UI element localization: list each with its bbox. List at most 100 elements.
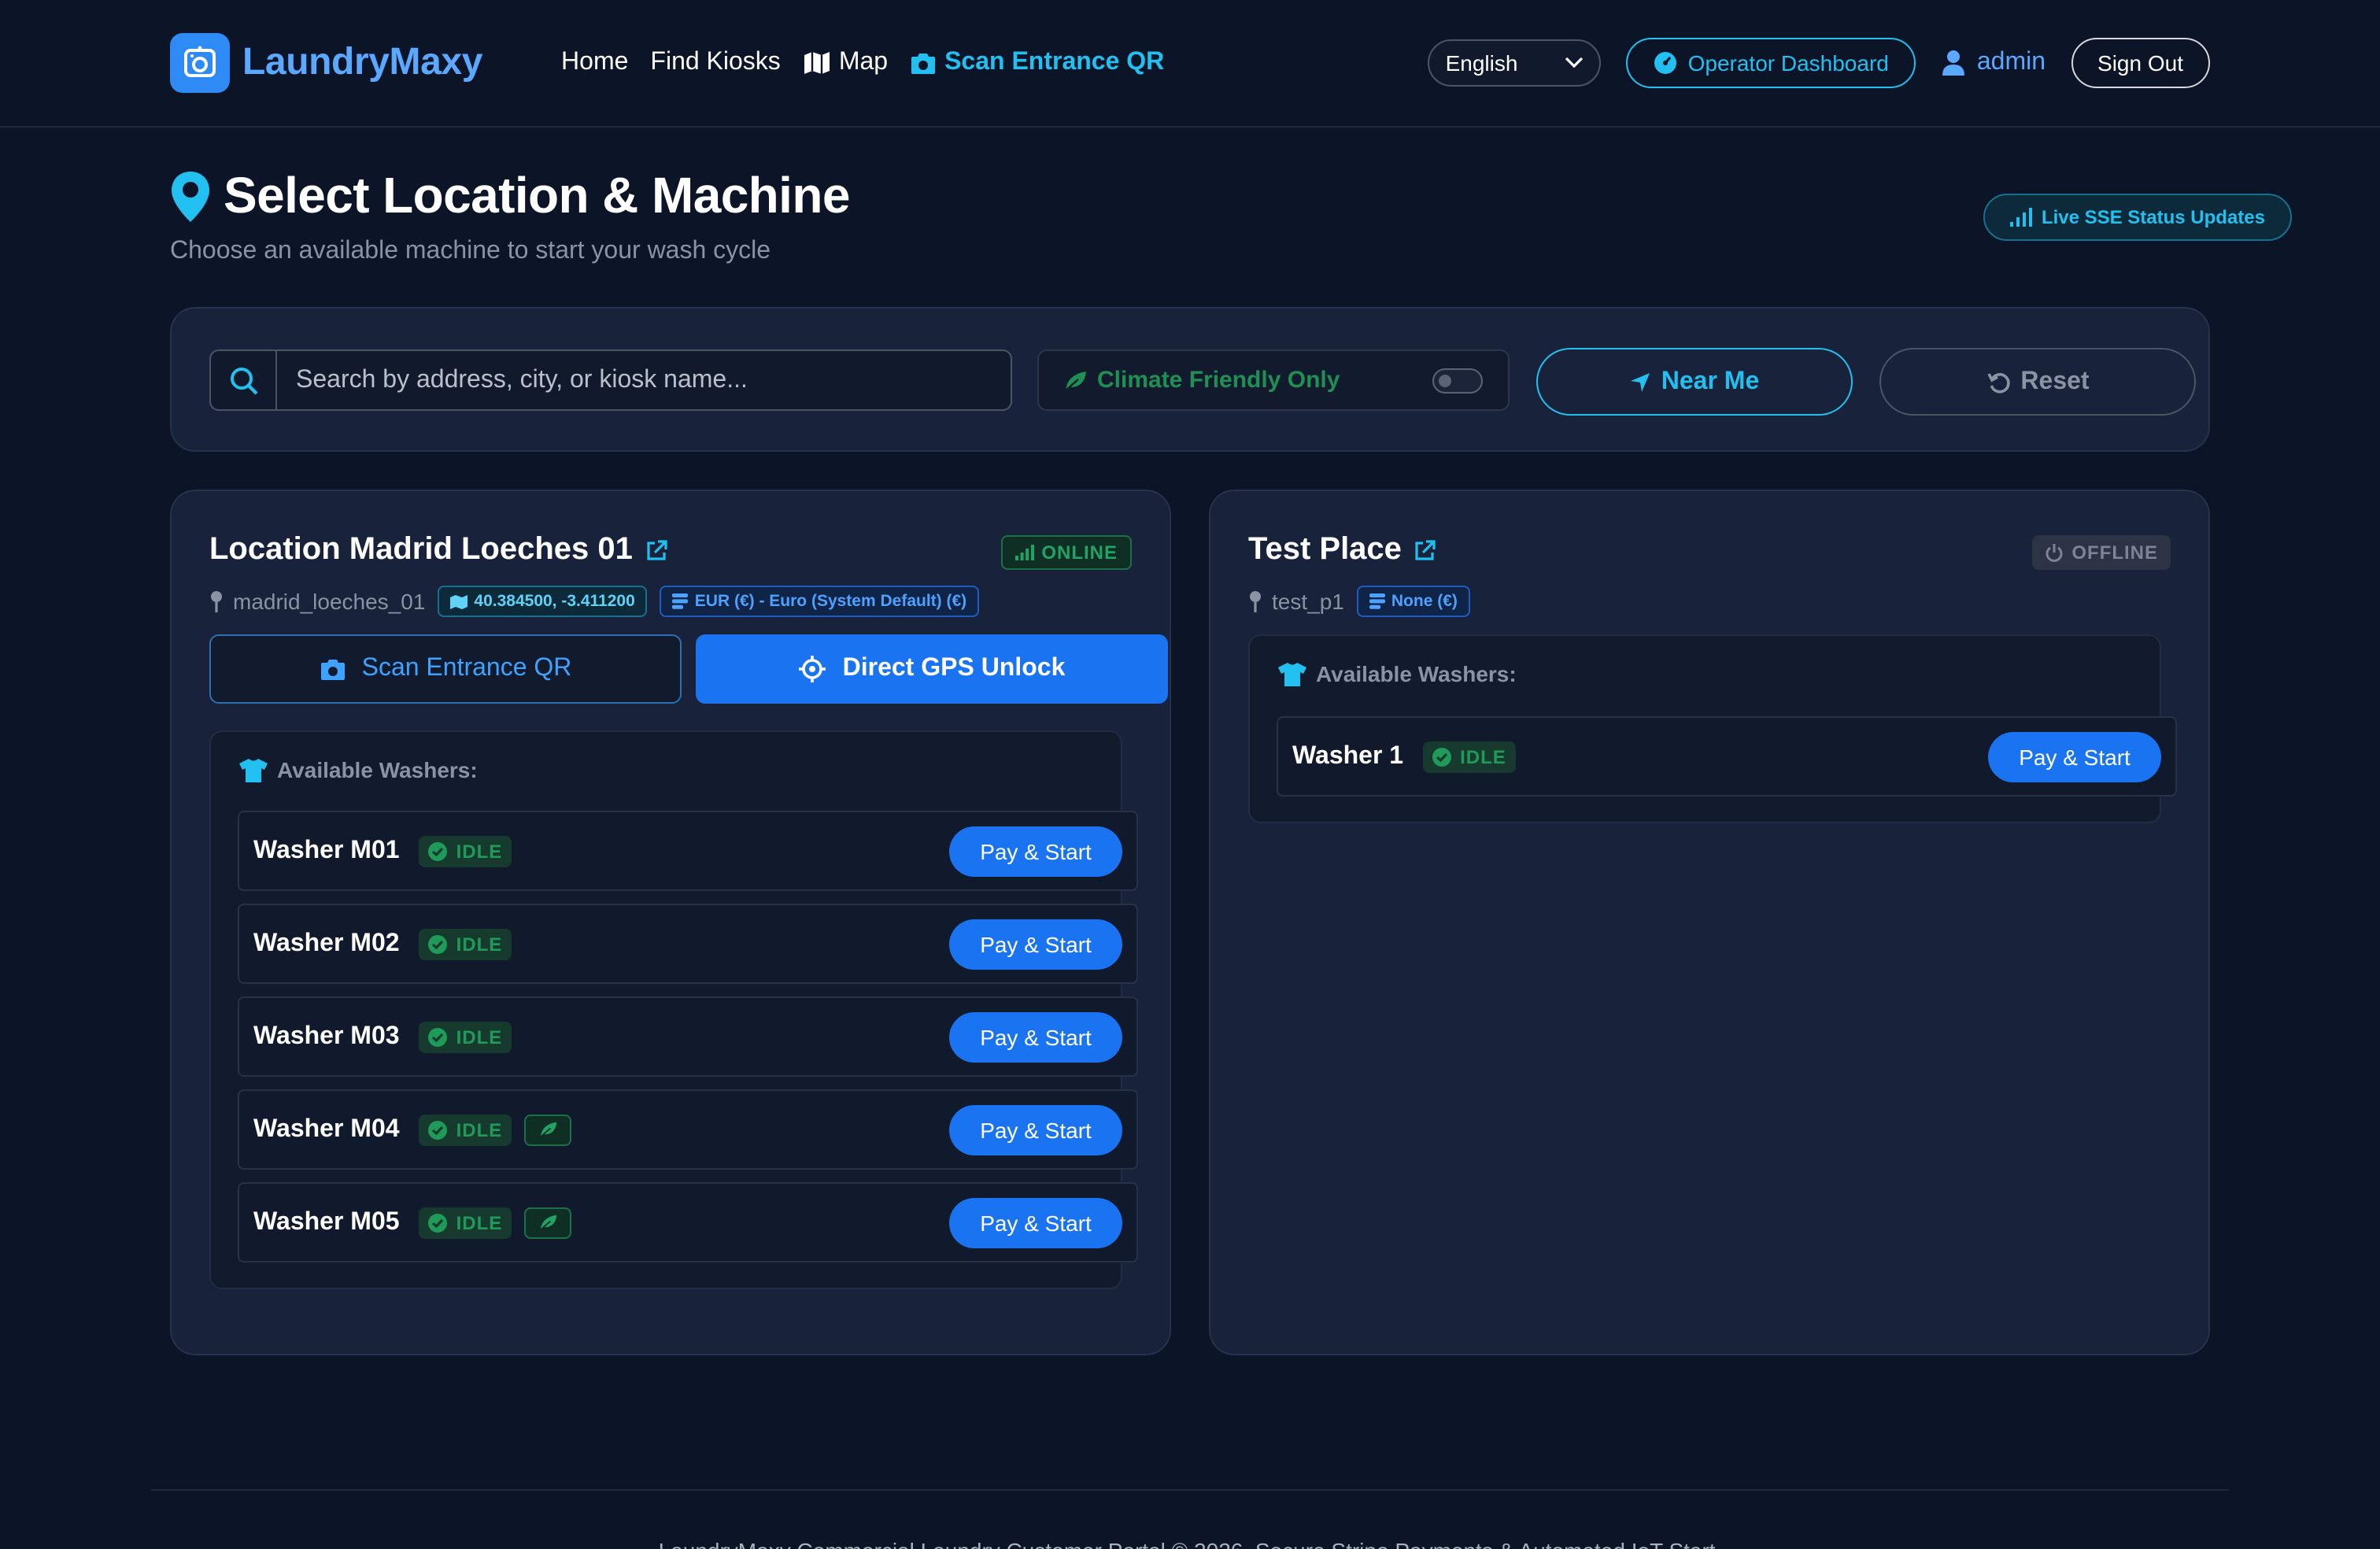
page: LaundryMaxy Home Find Kiosks Map Scan En… [0, 0, 2380, 1549]
pay-and-start-button[interactable]: Pay & Start [949, 1197, 1122, 1248]
operator-dashboard-label: Operator Dashboard [1687, 50, 1889, 76]
direct-gps-unlock-button[interactable]: Direct GPS Unlock [696, 634, 1168, 704]
climate-friendly-label: Climate Friendly Only [1097, 367, 1340, 394]
washer-status: IDLE [1460, 745, 1506, 767]
washer-name: Washer M02 [253, 930, 400, 956]
washer-row: Washer M03 IDLE Pay & Start [238, 996, 1138, 1077]
idle-status-badge: IDLE [418, 1207, 512, 1238]
pay-and-start-button[interactable]: Pay & Start [1988, 731, 2161, 782]
footer-divider [151, 1489, 2229, 1491]
footer-text: LaundryMaxy Commercial Laundry Customer … [0, 1538, 2380, 1549]
location-name: Test Place [1248, 532, 1402, 567]
scan-qr-label: Scan Entrance QR [361, 655, 572, 682]
washer-row: Washer M04 IDLE Pay & Start [238, 1089, 1138, 1170]
near-me-label: Near Me [1661, 368, 1760, 394]
nav-home-label: Home [561, 49, 629, 76]
coordinates-text: 40.384500, -3.411200 [474, 592, 635, 611]
washer-name: Washer M03 [253, 1022, 400, 1049]
idle-status-badge: IDLE [418, 835, 512, 867]
washers-heading: Available Washers: [239, 757, 478, 782]
live-status-label: Live SSE Status Updates [2041, 206, 2265, 228]
eco-leaf-badge [524, 1114, 572, 1145]
sign-out-button[interactable]: Sign Out [2071, 38, 2210, 88]
external-link-icon[interactable] [645, 539, 667, 561]
search-icon [211, 351, 277, 409]
coordinates-chip: 40.384500, -3.411200 [438, 586, 648, 617]
reset-button[interactable]: Reset [1879, 348, 2196, 416]
map-icon [450, 594, 468, 608]
climate-friendly-filter[interactable]: Climate Friendly Only [1037, 349, 1510, 411]
reset-icon [1986, 372, 2010, 393]
status-badge-offline: OFFLINE [2032, 535, 2171, 570]
idle-status-badge: IDLE [418, 928, 512, 959]
pin-icon [211, 591, 222, 612]
location-id: test_p1 [1248, 589, 1344, 614]
user-menu[interactable]: admin [1941, 49, 2046, 77]
nav-map-label: Map [838, 49, 889, 76]
reset-label: Reset [2020, 368, 2090, 394]
climate-friendly-toggle[interactable] [1432, 368, 1483, 393]
idle-status-badge: IDLE [418, 1114, 512, 1145]
washers-heading-text: Available Washers: [1316, 661, 1517, 686]
username: admin [1976, 49, 2046, 76]
eco-leaf-badge [524, 1207, 572, 1238]
brand[interactable]: LaundryMaxy [170, 33, 482, 93]
location-id-text: test_p1 [1272, 589, 1344, 614]
search-box [209, 349, 1012, 411]
location-id: madrid_loeches_01 [209, 589, 425, 614]
map-icon [804, 52, 830, 74]
chevron-down-icon [1565, 57, 1584, 68]
washers-panel: Available Washers: Washer M01 IDLE Pay &… [209, 730, 1138, 1289]
washers-heading-text: Available Washers: [277, 757, 478, 782]
page-title: Select Location & Machine [170, 167, 850, 225]
near-me-button[interactable]: Near Me [1536, 348, 1853, 416]
idle-status-badge: IDLE [418, 1021, 512, 1052]
location-arrow-icon [1631, 372, 1650, 391]
shirt-icon [239, 758, 268, 782]
leaf-icon [539, 1122, 556, 1138]
signal-bars-icon [1014, 545, 1034, 560]
pay-and-start-button[interactable]: Pay & Start [949, 1011, 1122, 1062]
sign-out-label: Sign Out [2097, 50, 2183, 76]
washer-name: Washer M05 [253, 1208, 400, 1235]
operator-dashboard-button[interactable]: Operator Dashboard [1626, 38, 1916, 88]
user-icon [1942, 50, 1964, 76]
status-badge-online: ONLINE [1000, 535, 1132, 570]
pay-and-start-button[interactable]: Pay & Start [949, 1104, 1122, 1155]
page-title-text: Select Location & Machine [224, 167, 850, 224]
external-link-icon[interactable] [1414, 539, 1436, 561]
washer-row: Washer 1 IDLE Pay & Start [1277, 716, 2177, 797]
nav-find-kiosks-label: Find Kiosks [650, 49, 781, 76]
gps-unlock-label: Direct GPS Unlock [842, 655, 1066, 682]
location-title[interactable]: Test Place [1248, 532, 1436, 568]
search-input[interactable] [277, 351, 1011, 409]
currency-text: EUR (€) - Euro (System Default) (€) [694, 592, 967, 611]
map-pin-icon [172, 171, 209, 221]
location-name: Location Madrid Loeches 01 [209, 532, 633, 567]
location-card-test-place: Test Place OFFLINE test_p1 None (€) Avai… [1209, 490, 2210, 1355]
power-icon [2046, 544, 2063, 562]
language-select[interactable]: English [1428, 39, 1602, 87]
currency-chip: EUR (€) - Euro (System Default) (€) [660, 586, 980, 617]
nav-home[interactable]: Home [561, 49, 628, 77]
washer-status: IDLE [456, 1026, 503, 1048]
location-id-text: madrid_loeches_01 [233, 589, 426, 614]
location-meta: test_p1 None (€) [1248, 586, 1470, 617]
pay-and-start-button[interactable]: Pay & Start [949, 919, 1122, 969]
location-title[interactable]: Location Madrid Loeches 01 [209, 532, 667, 568]
scan-entrance-qr-button[interactable]: Scan Entrance QR [209, 634, 682, 704]
filter-bar: Climate Friendly Only Near Me Reset [170, 307, 2210, 452]
washer-name: Washer M04 [253, 1115, 400, 1142]
washing-machine-logo-icon [170, 33, 230, 93]
washers-heading: Available Washers: [1278, 661, 1517, 686]
nav-scan-entrance-qr[interactable]: Scan Entrance QR [910, 49, 1164, 77]
pay-and-start-button[interactable]: Pay & Start [949, 826, 1122, 876]
nav-map[interactable]: Map [803, 49, 888, 77]
nav-links: Home Find Kiosks Map Scan Entrance QR [561, 49, 1164, 77]
nav-find-kiosks[interactable]: Find Kiosks [650, 49, 780, 77]
camera-icon [911, 53, 936, 73]
currency-chip: None (€) [1356, 586, 1470, 617]
nav-scan-qr-label: Scan Entrance QR [944, 49, 1165, 76]
location-card-madrid-loeches: Location Madrid Loeches 01 ONLINE madrid… [170, 490, 1171, 1355]
status-text: OFFLINE [2071, 542, 2158, 564]
